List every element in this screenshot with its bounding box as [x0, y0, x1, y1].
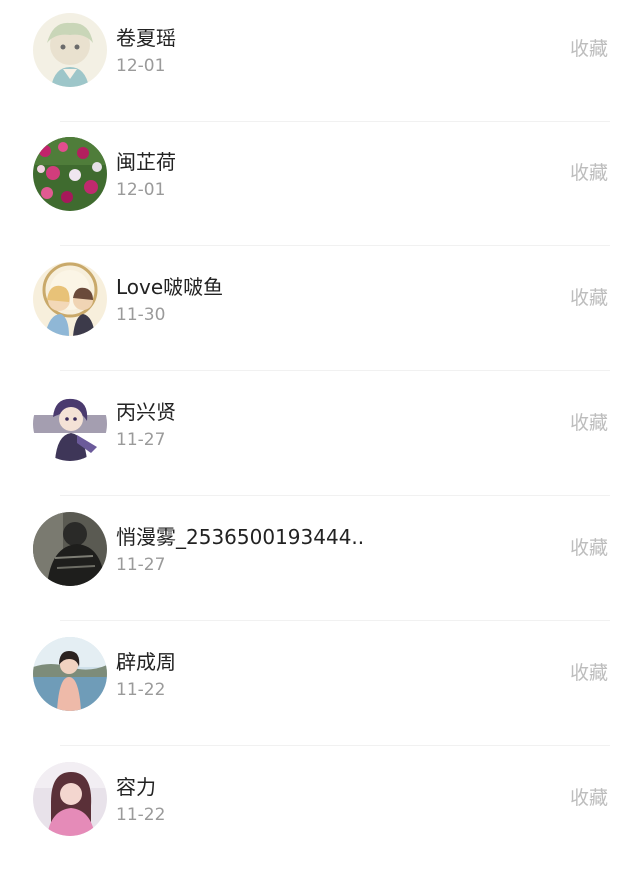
avatar-image-anime-boy	[33, 13, 107, 87]
avatar[interactable]	[33, 637, 107, 711]
divider	[60, 620, 610, 621]
item-date: 11-22	[116, 680, 166, 700]
list-item[interactable]: 闽芷荷 12-01 收藏	[0, 124, 640, 248]
favorite-button[interactable]: 收藏	[570, 36, 608, 62]
avatar-image-girl-pink	[33, 762, 107, 836]
avatar-image-girl-lakeside	[33, 637, 107, 711]
user-name: 悄漫雾_2536500193444...	[116, 525, 366, 549]
favorite-button[interactable]: 收藏	[570, 410, 608, 436]
item-date: 11-27	[116, 430, 166, 450]
favorite-button[interactable]: 收藏	[570, 160, 608, 186]
avatar-image-dark-photo	[33, 512, 107, 586]
list-item[interactable]: 悄漫雾_2536500193444... 11-27 收藏	[0, 499, 640, 623]
favorite-button[interactable]: 收藏	[570, 285, 608, 311]
avatar[interactable]	[33, 262, 107, 336]
favorite-button[interactable]: 收藏	[570, 535, 608, 561]
favorite-button[interactable]: 收藏	[570, 660, 608, 686]
user-name: 闽芷荷	[116, 150, 176, 174]
user-name: 辟成周	[116, 650, 176, 674]
divider	[60, 370, 610, 371]
user-name: 卷夏瑶	[116, 26, 176, 50]
avatar-image-anime-couple	[33, 262, 107, 336]
list-item[interactable]: 辟成周 11-22 收藏	[0, 624, 640, 748]
list-item[interactable]: 卷夏瑶 12-01 收藏	[0, 0, 640, 124]
divider	[60, 121, 610, 122]
user-name: Love啵啵鱼	[116, 275, 224, 299]
list-item[interactable]: 容力 11-22 收藏	[0, 749, 640, 873]
item-date: 11-22	[116, 805, 166, 825]
item-date: 12-01	[116, 56, 166, 76]
divider	[60, 745, 610, 746]
avatar[interactable]	[33, 13, 107, 87]
divider	[60, 245, 610, 246]
user-name: 容力	[116, 775, 156, 799]
item-date: 12-01	[116, 180, 166, 200]
avatar[interactable]	[33, 512, 107, 586]
divider	[60, 495, 610, 496]
item-date: 11-30	[116, 305, 166, 325]
avatar[interactable]	[33, 387, 107, 461]
avatar-image-flowers	[33, 137, 107, 211]
user-list: 卷夏瑶 12-01 收藏 闽芷荷 12-01 收藏 Love啵啵鱼 11-30 …	[0, 0, 640, 850]
avatar[interactable]	[33, 137, 107, 211]
user-name: 丙兴贤	[116, 400, 176, 424]
list-item[interactable]: Love啵啵鱼 11-30 收藏	[0, 249, 640, 373]
favorite-button[interactable]: 收藏	[570, 785, 608, 811]
avatar-image-chibi-character	[33, 387, 107, 461]
item-date: 11-27	[116, 555, 166, 575]
avatar[interactable]	[33, 762, 107, 836]
list-item[interactable]: 丙兴贤 11-27 收藏	[0, 374, 640, 498]
